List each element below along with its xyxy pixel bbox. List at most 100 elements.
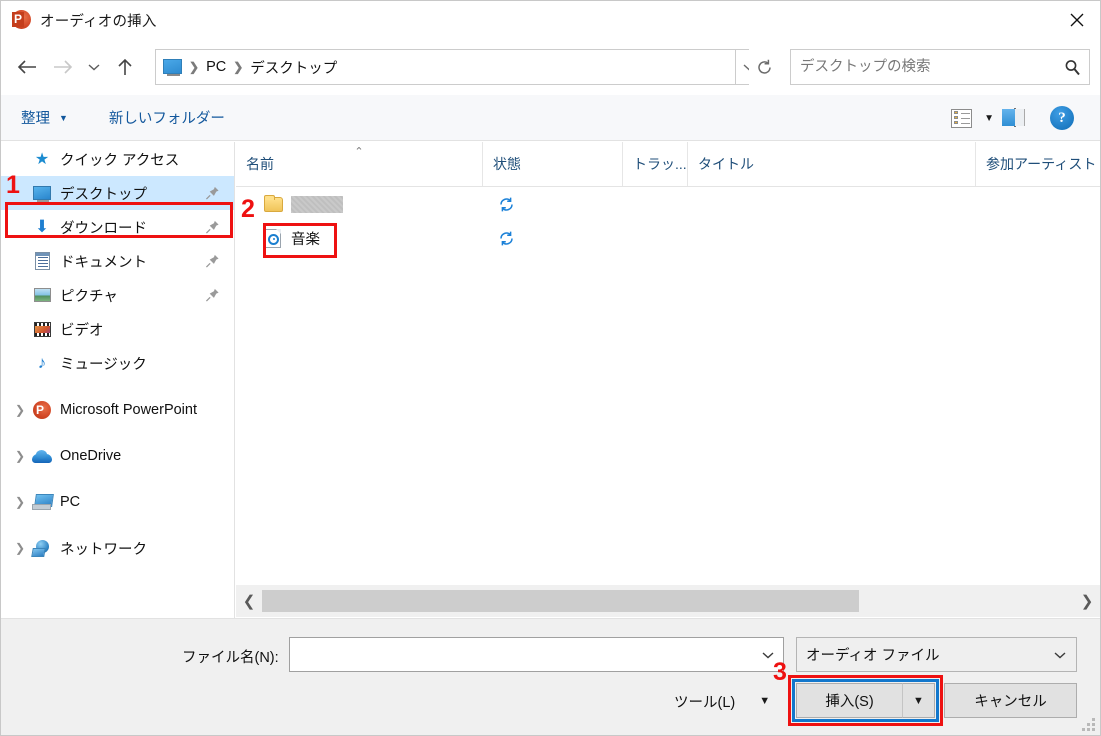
sidebar-item-label: ビデオ [60, 322, 104, 339]
sidebar-item-label: ドキュメント [60, 254, 147, 271]
sync-icon [500, 197, 513, 211]
window-title: オーディオの挿入 [40, 13, 157, 30]
chevron-down-icon [762, 651, 774, 658]
new-folder-button[interactable]: 新しいフォルダー [109, 95, 225, 140]
refresh-button[interactable] [749, 49, 779, 85]
filename-field[interactable] [289, 637, 784, 672]
view-options-group: ▼ ? [951, 95, 1092, 141]
navigation-sidebar: ★ クイック アクセス デスクトップ ⬇ ダウンロード ドキュメント ピクチャ … [1, 142, 235, 622]
title-bar: オーディオの挿入 [1, 1, 1100, 39]
audio-file-icon [262, 228, 284, 248]
filetype-dropdown[interactable]: オーディオ ファイル [796, 637, 1077, 672]
pin-icon[interactable] [205, 254, 220, 269]
breadcrumb-separator: ❯ [233, 60, 244, 74]
column-header-label: タイトル [698, 155, 754, 172]
chevron-right-icon[interactable]: ❯ [9, 403, 31, 417]
scroll-right-button[interactable]: ❯ [1074, 585, 1100, 617]
chevron-right-icon[interactable]: ❯ [9, 541, 31, 555]
documents-icon [31, 251, 53, 271]
recent-locations-button[interactable] [81, 48, 107, 86]
sidebar-item-music[interactable]: ♪ ミュージック [1, 346, 234, 380]
chevron-down-icon: ▼ [759, 695, 771, 707]
file-status-cell [482, 230, 622, 247]
table-row[interactable] [236, 187, 1100, 221]
pin-icon[interactable] [205, 220, 220, 235]
command-bar: 整理 ▼ 新しいフォルダー ▼ ? [1, 95, 1100, 141]
music-icon: ♪ [37, 353, 47, 372]
arrow-right-icon [54, 60, 73, 74]
insert-button[interactable]: 挿入(S) [796, 683, 903, 718]
view-mode-button[interactable]: ▼ [951, 108, 994, 128]
forward-button[interactable] [45, 48, 81, 86]
preview-pane-button[interactable] [1014, 108, 1016, 127]
pin-icon[interactable] [205, 186, 220, 201]
filename-dropdown-button[interactable] [753, 651, 783, 659]
horizontal-scrollbar[interactable]: ❮ ❯ [236, 585, 1100, 617]
scrollbar-track[interactable] [262, 588, 1074, 614]
onedrive-icon [31, 446, 53, 466]
column-header-track[interactable]: トラッ... [622, 142, 687, 186]
sidebar-item-onedrive[interactable]: ❯ OneDrive [1, 439, 234, 473]
column-header-name[interactable]: ⌃ 名前 [236, 142, 482, 186]
chevron-down-icon: ▼ [59, 112, 68, 123]
arrow-up-icon [118, 58, 132, 75]
column-header-label: 状態 [493, 155, 521, 172]
file-status-cell [482, 196, 622, 213]
sidebar-item-pc[interactable]: ❯ PC [1, 485, 234, 519]
sidebar-item-network[interactable]: ❯ ネットワーク [1, 531, 234, 565]
cancel-button[interactable]: キャンセル [944, 683, 1077, 718]
sidebar-item-label: PC [60, 494, 81, 510]
tools-button[interactable]: ツール(L) ▼ [674, 685, 770, 717]
address-bar[interactable]: ❯ PC ❯ デスクトップ [155, 49, 736, 85]
search-input[interactable] [791, 58, 1055, 76]
organize-button[interactable]: 整理 ▼ [21, 95, 68, 140]
insert-dropdown-button[interactable]: ▼ [902, 683, 935, 718]
chevron-down-icon: ▼ [984, 112, 994, 124]
column-header-label: トラッ... [633, 155, 687, 172]
help-button[interactable]: ? [1050, 106, 1074, 130]
sync-icon [500, 231, 513, 245]
sidebar-item-label: ネットワーク [60, 541, 147, 558]
chevron-right-icon[interactable]: ❯ [9, 495, 31, 509]
filename-input[interactable] [290, 645, 753, 664]
arrow-left-icon [17, 60, 36, 74]
filetype-value: オーディオ ファイル [806, 648, 940, 664]
column-header-status[interactable]: 状態 [482, 142, 622, 186]
search-icon [1055, 59, 1089, 76]
folder-icon [262, 194, 284, 214]
filetype-dropdown-button[interactable] [1044, 651, 1076, 659]
pictures-icon [31, 285, 53, 305]
scrollbar-thumb[interactable] [262, 590, 859, 612]
file-list: ⌃ 名前 状態 トラッ... タイトル 参加アーティスト 音楽 [236, 142, 1100, 585]
download-icon: ⬇ [34, 217, 50, 236]
sidebar-item-label: Microsoft PowerPoint [60, 402, 197, 418]
sidebar-item-pictures[interactable]: ピクチャ [1, 278, 234, 312]
sidebar-item-label: OneDrive [60, 448, 122, 464]
scroll-left-button[interactable]: ❮ [236, 585, 262, 617]
resize-grip[interactable] [1082, 718, 1096, 732]
back-button[interactable] [9, 48, 45, 86]
sidebar-item-documents[interactable]: ドキュメント [1, 244, 234, 278]
file-name-label [291, 195, 343, 213]
table-row[interactable]: 音楽 [236, 221, 1100, 255]
sidebar-item-microsoft-powerpoint[interactable]: ❯ Microsoft PowerPoint [1, 393, 234, 427]
column-header-contributing-artists[interactable]: 参加アーティスト [975, 142, 1100, 186]
column-header-label: 参加アーティスト [986, 155, 1097, 172]
sidebar-item-videos[interactable]: ビデオ [1, 312, 234, 346]
sidebar-item-quick-access[interactable]: ★ クイック アクセス [1, 142, 234, 176]
sidebar-item-desktop[interactable]: デスクトップ [1, 176, 234, 210]
column-header-title[interactable]: タイトル [687, 142, 975, 186]
search-box[interactable] [790, 49, 1090, 85]
breadcrumb-item-pc[interactable]: PC [201, 59, 231, 75]
chevron-down-icon [1054, 651, 1066, 658]
organize-label: 整理 [21, 111, 50, 127]
sidebar-item-label: ピクチャ [60, 288, 118, 305]
up-button[interactable] [107, 48, 143, 86]
powerpoint-icon [31, 400, 53, 420]
chevron-right-icon[interactable]: ❯ [9, 449, 31, 463]
pin-icon[interactable] [205, 288, 220, 303]
close-button[interactable] [1054, 1, 1100, 39]
sidebar-item-downloads[interactable]: ⬇ ダウンロード [1, 210, 234, 244]
sidebar-item-label: ダウンロード [60, 220, 147, 237]
breadcrumb-item-desktop[interactable]: デスクトップ [245, 57, 342, 78]
